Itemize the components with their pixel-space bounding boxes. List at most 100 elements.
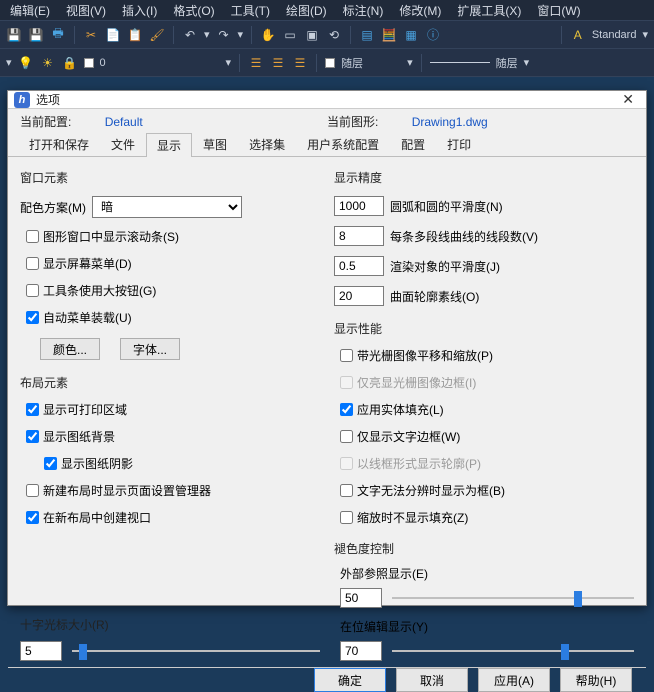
crosshair-label: 十字光标大小(R): [20, 616, 320, 633]
chk-text-frame[interactable]: 仅显示文字边框(W): [340, 428, 634, 445]
paste-icon[interactable]: 📋: [127, 27, 143, 43]
undo-icon[interactable]: ↶: [182, 27, 198, 43]
menu-dim[interactable]: 标注(N): [343, 2, 384, 19]
lock-icon[interactable]: 🔒: [62, 55, 78, 71]
inplace-fade-value[interactable]: [340, 641, 382, 661]
prec-pline[interactable]: [334, 226, 384, 246]
zoom-window-icon[interactable]: ▣: [304, 27, 320, 43]
save-many-icon[interactable]: 💾: [28, 27, 44, 43]
textstyle-icon[interactable]: A: [570, 27, 586, 43]
redo-icon[interactable]: ↷: [216, 27, 232, 43]
separator: [173, 26, 174, 44]
tab-open-save[interactable]: 打开和保存: [18, 132, 100, 156]
layerstate-icon[interactable]: ☰: [270, 55, 286, 71]
calc-icon[interactable]: 🧮: [381, 27, 397, 43]
prec-render[interactable]: [334, 256, 384, 276]
chk-paper-shadow[interactable]: 显示图纸阴影: [44, 455, 320, 472]
zoom-prev-icon[interactable]: ⟲: [326, 27, 342, 43]
layer-dropdown[interactable]: ▾: [226, 56, 232, 69]
linetype-bylayer[interactable]: 随层: [496, 55, 518, 71]
color-scheme-combo[interactable]: 暗: [92, 196, 242, 218]
menubar: 编辑(E) 视图(V) 插入(I) 格式(O) 工具(T) 绘图(D) 标注(N…: [0, 0, 654, 20]
colors-button[interactable]: 颜色...: [40, 338, 100, 360]
redo-dropdown[interactable]: ▾: [238, 28, 244, 41]
save-icon[interactable]: 💾: [6, 27, 22, 43]
menu-format[interactable]: 格式(O): [173, 2, 214, 19]
cancel-button[interactable]: 取消: [396, 668, 468, 692]
tab-drafting[interactable]: 草图: [192, 132, 238, 156]
xref-fade-value[interactable]: [340, 588, 382, 608]
menu-tools[interactable]: 工具(T): [231, 2, 270, 19]
separator: [561, 26, 562, 44]
palette-icon[interactable]: ▦: [403, 27, 419, 43]
layer-name[interactable]: 0: [100, 57, 220, 69]
menu-draw[interactable]: 绘图(D): [286, 2, 327, 19]
apply-button[interactable]: 应用(A): [478, 668, 550, 692]
inplace-fade-slider[interactable]: [392, 643, 634, 659]
chk-highlight-image: 仅亮显光栅图像边框(I): [340, 374, 634, 391]
tab-display[interactable]: 显示: [146, 133, 192, 157]
undo-dropdown[interactable]: ▾: [204, 28, 210, 41]
props-icon[interactable]: ▤: [359, 27, 375, 43]
menu-modify[interactable]: 修改(M): [399, 2, 441, 19]
cut-icon[interactable]: ✂: [83, 27, 99, 43]
menu-insert[interactable]: 插入(I): [122, 2, 157, 19]
linetype-preview: [430, 62, 490, 63]
tab-profiles[interactable]: 配置: [390, 132, 436, 156]
xref-fade-label: 外部参照显示(E): [340, 565, 634, 582]
chk-page-setup-mgr[interactable]: 新建布局时显示页面设置管理器: [26, 482, 320, 499]
chk-paper-bg[interactable]: 显示图纸背景: [26, 428, 320, 445]
separator: [251, 26, 252, 44]
textstyle-dropdown[interactable]: ▾: [642, 28, 648, 41]
linetype-dropdown[interactable]: ▾: [524, 56, 530, 69]
tab-plot[interactable]: 打印: [436, 132, 482, 156]
crosshair-value[interactable]: [20, 641, 62, 661]
inplace-fade-label: 在位编辑显示(Y): [340, 618, 634, 635]
close-button[interactable]: ✕: [616, 91, 640, 108]
bulb-icon[interactable]: 💡: [18, 55, 34, 71]
chk-large-buttons[interactable]: 工具条使用大按钮(G): [26, 282, 320, 299]
dialog-title: 选项: [36, 91, 616, 108]
tabs: 打开和保存 文件 显示 草图 选择集 用户系统配置 配置 打印: [8, 132, 646, 157]
prec-arc-label: 圆弧和圆的平滑度(N): [390, 198, 503, 215]
layermgr-icon[interactable]: ☰: [248, 55, 264, 71]
layermatch-icon[interactable]: ☰: [292, 55, 308, 71]
chk-text-as-box[interactable]: 文字无法分辨时显示为框(B): [340, 482, 634, 499]
menu-ext[interactable]: 扩展工具(X): [457, 2, 521, 19]
chk-printable-area[interactable]: 显示可打印区域: [26, 401, 320, 418]
chk-create-viewport[interactable]: 在新布局中创建视口: [26, 509, 320, 526]
separator: [316, 54, 317, 72]
tab-user[interactable]: 用户系统配置: [296, 132, 390, 156]
chk-screen-menu[interactable]: 显示屏幕菜单(D): [26, 255, 320, 272]
profile-value: Default: [105, 115, 143, 129]
fonts-button[interactable]: 字体...: [120, 338, 180, 360]
menu-view[interactable]: 视图(V): [66, 2, 106, 19]
chk-autoload-menu[interactable]: 自动菜单装载(U): [26, 309, 320, 326]
menu-window[interactable]: 窗口(W): [537, 2, 580, 19]
sun-icon[interactable]: ☀: [40, 55, 56, 71]
color-dropdown[interactable]: ▾: [407, 56, 413, 69]
xref-fade-slider[interactable]: [392, 590, 634, 606]
textstyle-combo[interactable]: Standard: [592, 29, 637, 41]
color-bylayer[interactable]: 随层: [341, 55, 401, 71]
ok-button[interactable]: 确定: [314, 668, 386, 692]
app-icon: h: [14, 92, 30, 108]
tab-selection[interactable]: 选择集: [238, 132, 296, 156]
layers-dropdown[interactable]: ▾: [6, 56, 12, 69]
chk-raster-pan[interactable]: 带光栅图像平移和缩放(P): [340, 347, 634, 364]
tab-files[interactable]: 文件: [100, 132, 146, 156]
copy-icon[interactable]: 📄: [105, 27, 121, 43]
pan-icon[interactable]: ✋: [260, 27, 276, 43]
matchprop-icon[interactable]: 🖌: [149, 27, 165, 43]
prec-contour[interactable]: [334, 286, 384, 306]
info-icon[interactable]: ⓘ: [425, 27, 441, 43]
chk-zoom-fill[interactable]: 缩放时不显示填充(Z): [340, 509, 634, 526]
zoom-extents-icon[interactable]: ▭: [282, 27, 298, 43]
print-icon[interactable]: 🖶: [50, 27, 66, 43]
prec-arc[interactable]: [334, 196, 384, 216]
chk-scrollbars[interactable]: 图形窗口中显示滚动条(S): [26, 228, 320, 245]
menu-edit[interactable]: 编辑(E): [10, 2, 50, 19]
chk-solid-fill[interactable]: 应用实体填充(L): [340, 401, 634, 418]
crosshair-slider[interactable]: [72, 643, 320, 659]
help-button[interactable]: 帮助(H): [560, 668, 632, 692]
